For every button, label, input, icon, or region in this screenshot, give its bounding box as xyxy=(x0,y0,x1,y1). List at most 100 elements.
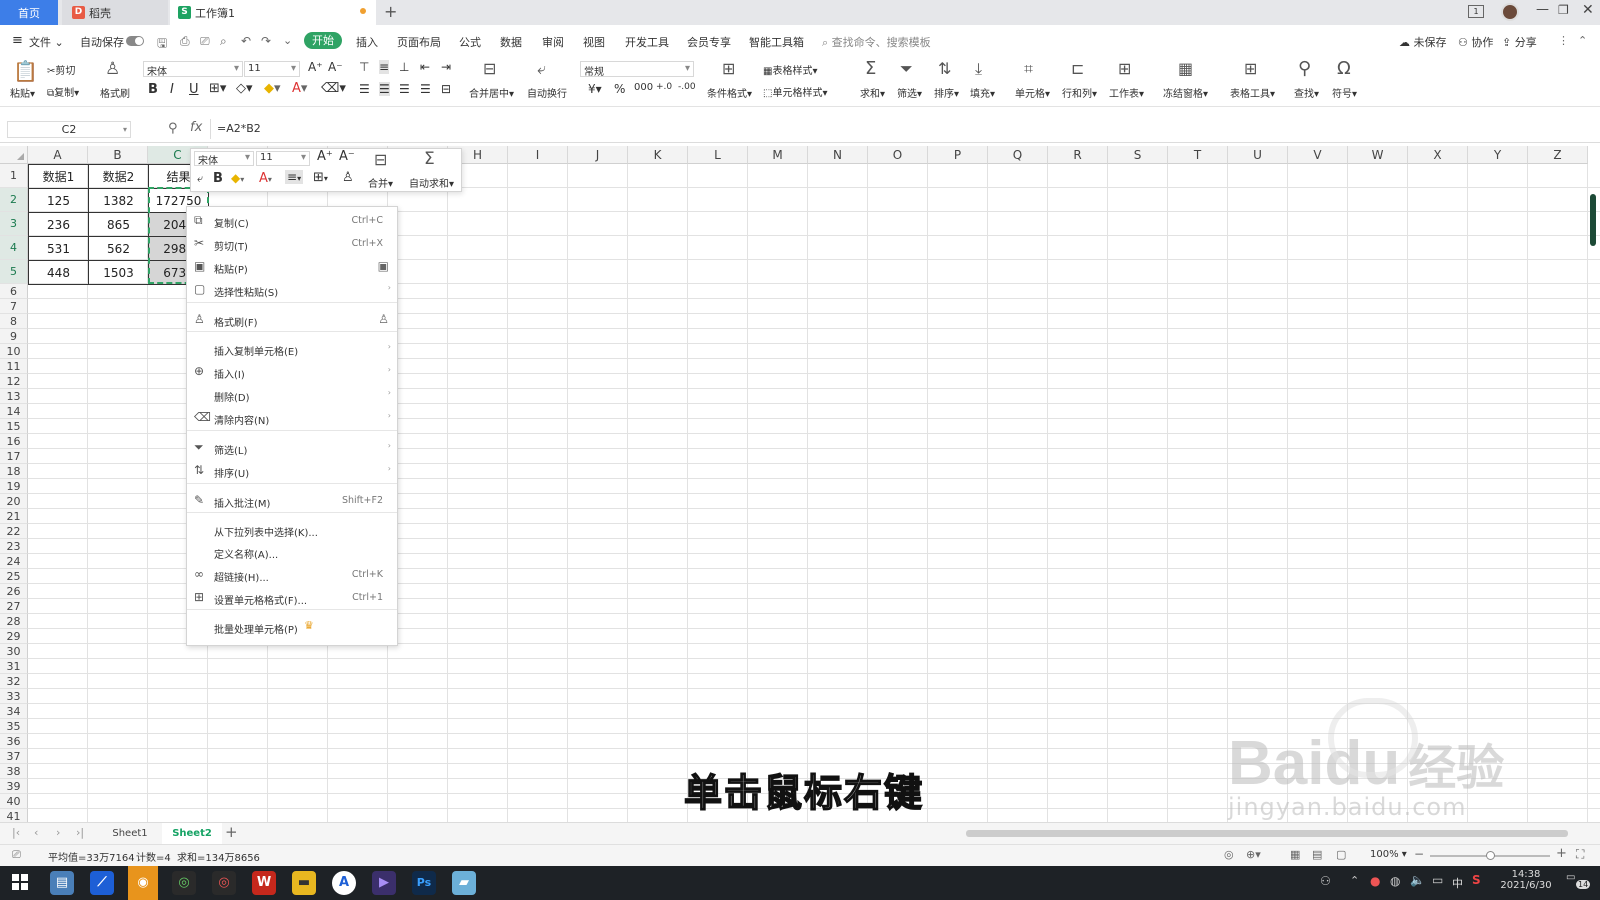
row-header[interactable]: 12 xyxy=(0,374,28,389)
format-brush-icon[interactable]: ♙ xyxy=(378,312,389,326)
context-menu-item[interactable]: ⇅ 排序(U) › xyxy=(187,460,397,482)
row-col-button[interactable]: 行和列▾ xyxy=(1062,85,1097,100)
windows-start-icon[interactable] xyxy=(12,874,28,890)
align-bottom-icon[interactable]: ⊥ xyxy=(399,60,409,74)
mini-grow-font-icon[interactable]: A⁺ xyxy=(317,149,333,164)
row-header[interactable]: 11 xyxy=(0,359,28,374)
auto-wrap-button[interactable]: 自动换行 xyxy=(527,85,567,100)
col-header[interactable]: Y xyxy=(1468,146,1528,164)
col-header[interactable]: L xyxy=(688,146,748,164)
freeze-button[interactable]: 冻结窗格▾ xyxy=(1163,85,1208,100)
avatar[interactable] xyxy=(1501,3,1519,21)
zoom-in-button[interactable]: + xyxy=(1556,846,1567,861)
paste-options-icon[interactable]: ▣ xyxy=(378,259,389,273)
row-header[interactable]: 27 xyxy=(0,599,28,614)
ime-lang[interactable]: 中 xyxy=(1452,875,1463,891)
menu-start[interactable]: 开始 xyxy=(304,32,342,49)
page-mode-icon[interactable]: ⊕▾ xyxy=(1246,848,1261,861)
taskbar-app-photoshop-icon[interactable]: Ps xyxy=(412,871,436,895)
context-menu-item[interactable]: 定义名称(A)... xyxy=(187,541,397,563)
restore-button[interactable]: ❐ xyxy=(1558,3,1569,17)
row-header[interactable]: 13 xyxy=(0,389,28,404)
taskbar-app-feather-icon[interactable]: ⟋ xyxy=(90,871,114,895)
row-header[interactable]: 29 xyxy=(0,629,28,644)
row-header[interactable]: 1 xyxy=(0,164,28,188)
taskbar-app-wps-icon[interactable]: W xyxy=(252,871,276,895)
merge-center-button[interactable]: 合并居中▾ xyxy=(469,85,514,100)
context-menu-item[interactable]: ✂ 剪切(T) Ctrl+X xyxy=(187,233,397,255)
row-header[interactable]: 7 xyxy=(0,299,28,314)
row-header[interactable]: 2 xyxy=(0,188,28,212)
cell-style-button[interactable]: ⬚单元格样式▾ xyxy=(763,84,827,99)
cell-button[interactable]: 单元格▾ xyxy=(1015,85,1050,100)
table-cell[interactable]: 1503 xyxy=(88,260,149,285)
window-layout-icon[interactable]: 1 xyxy=(1468,5,1484,18)
sheet-tab-2[interactable]: Sheet2 xyxy=(162,823,222,844)
redo-icon[interactable]: ↷ xyxy=(261,34,271,48)
find-button[interactable]: 查找▾ xyxy=(1294,85,1319,100)
first-sheet-icon[interactable]: |‹ xyxy=(12,826,20,839)
col-header[interactable]: Z xyxy=(1528,146,1588,164)
table-cell[interactable]: 562 xyxy=(88,236,149,261)
indent-decrease-icon[interactable]: ⇤ xyxy=(420,60,430,74)
mini-border-icon[interactable]: ⊞▾ xyxy=(313,170,328,185)
context-menu-item[interactable]: ▢ 选择性粘贴(S) › xyxy=(187,279,397,301)
status-settings-icon[interactable]: ⎚ xyxy=(12,848,21,862)
row-header[interactable]: 26 xyxy=(0,584,28,599)
horizontal-scrollbar[interactable] xyxy=(966,830,1568,837)
align-top-icon[interactable]: ⊤ xyxy=(359,60,369,74)
font-size-select[interactable]: 11 ▾ xyxy=(244,61,300,77)
currency-icon[interactable]: ¥▾ xyxy=(588,82,602,96)
context-menu-item[interactable]: ✎ 插入批注(M) Shift+F2 xyxy=(187,490,397,512)
row-header[interactable]: 9 xyxy=(0,329,28,344)
row-header[interactable]: 21 xyxy=(0,509,28,524)
col-header[interactable]: X xyxy=(1408,146,1468,164)
col-header[interactable]: A xyxy=(28,146,88,164)
row-header[interactable]: 39 xyxy=(0,779,28,794)
taskbar-app-a-icon[interactable]: A xyxy=(332,871,356,895)
row-header[interactable]: 18 xyxy=(0,464,28,479)
col-header[interactable]: Q xyxy=(988,146,1048,164)
thousands-icon[interactable]: 000 xyxy=(634,82,653,93)
sort-icon[interactable]: ⇅ xyxy=(938,59,951,78)
col-header[interactable]: O xyxy=(868,146,928,164)
context-menu-item[interactable]: 插入复制单元格(E) › xyxy=(187,338,397,360)
symbol-button[interactable]: 符号▾ xyxy=(1332,85,1357,100)
fill-icon[interactable]: ⤓ xyxy=(975,59,982,79)
paste-button[interactable]: 粘贴▾ xyxy=(10,85,35,100)
table-cell[interactable]: 865 xyxy=(88,212,149,237)
row-header[interactable]: 19 xyxy=(0,479,28,494)
justify-icon[interactable]: ☰ xyxy=(420,82,431,96)
mini-shrink-font-icon[interactable]: A⁻ xyxy=(339,149,355,164)
row-header[interactable]: 36 xyxy=(0,734,28,749)
print-preview-icon[interactable]: ⌕ xyxy=(220,34,227,49)
freeze-icon[interactable]: ▦ xyxy=(1178,59,1193,78)
align-middle-icon[interactable]: ≡ xyxy=(379,60,390,74)
row-header[interactable]: 20 xyxy=(0,494,28,509)
percent-icon[interactable]: % xyxy=(614,82,625,96)
tray-expand-icon[interactable]: ⌃ xyxy=(1350,874,1359,887)
add-sheet-button[interactable]: + xyxy=(225,823,238,841)
hamburger-icon[interactable]: ≡ xyxy=(12,33,23,48)
italic-icon[interactable]: I xyxy=(170,82,174,97)
undo-icon[interactable]: ↶ xyxy=(241,34,251,48)
cell-icon[interactable]: ⌗ xyxy=(1024,59,1033,79)
mini-autosum-button[interactable]: 自动求和▾ xyxy=(409,175,454,190)
table-cell[interactable]: 1382 xyxy=(88,188,149,213)
quick-access-more-icon[interactable]: ⌄ xyxy=(283,34,292,47)
zoom-lens-icon[interactable]: ⚲ xyxy=(168,121,178,136)
col-header[interactable]: T xyxy=(1168,146,1228,164)
fx-icon[interactable]: fx xyxy=(190,120,202,135)
minimize-button[interactable]: — xyxy=(1536,2,1549,17)
format-painter-button[interactable]: 格式刷 xyxy=(100,85,130,100)
table-cell[interactable]: 448 xyxy=(28,260,89,285)
col-header[interactable]: J xyxy=(568,146,628,164)
col-header[interactable]: W xyxy=(1348,146,1408,164)
taskbar-app-notepad-icon[interactable]: ▤ xyxy=(50,871,74,895)
context-menu-item[interactable]: ♙ 格式刷(F) ♙ xyxy=(187,309,397,331)
table-header-cell[interactable]: 数据1 xyxy=(28,164,89,189)
command-search[interactable]: ⌕ 查找命令、搜索模板 xyxy=(822,34,931,50)
table-cell[interactable]: 236 xyxy=(28,212,89,237)
page-break-view-icon[interactable]: ▤ xyxy=(1312,848,1322,861)
tab-workbook[interactable]: S 工作簿1 xyxy=(170,0,376,25)
